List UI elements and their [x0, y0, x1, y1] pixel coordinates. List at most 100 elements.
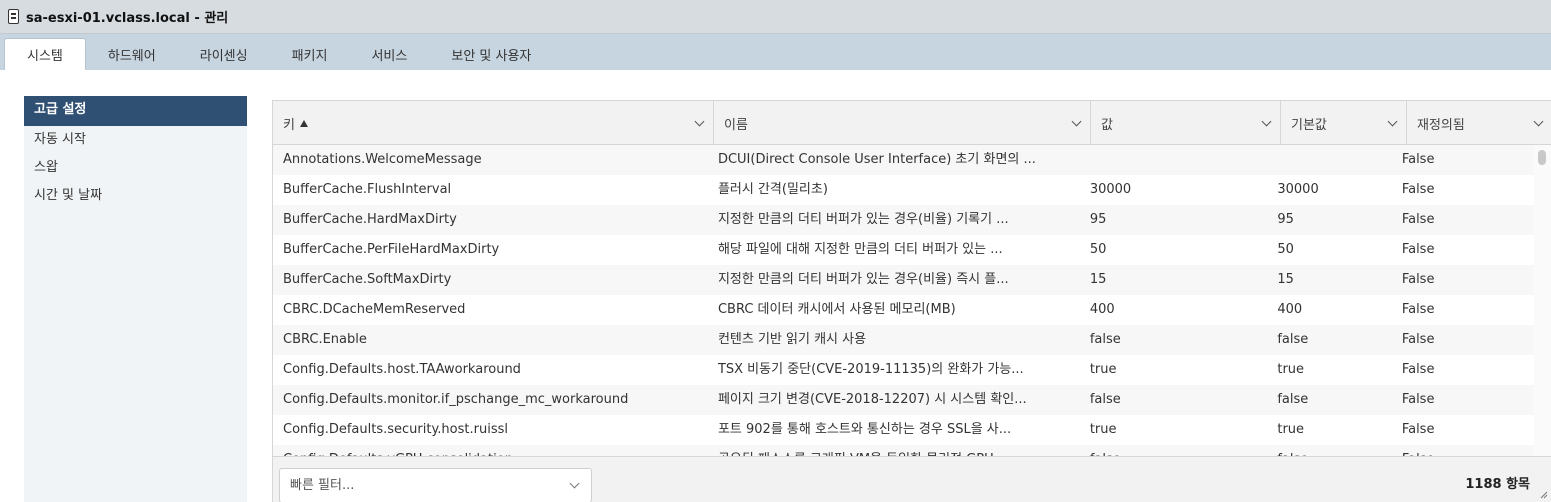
cell-default: true: [1277, 362, 1305, 377]
cell-key: CBRC.DCacheMemReserved: [283, 302, 466, 317]
cell-key: Config.Defaults.monitor.if_pschange_mc_w…: [283, 392, 629, 407]
cell-key: BufferCache.FlushInterval: [283, 182, 452, 197]
tab-bar: 시스템 하드웨어 라이센싱 패키지 서비스 보안 및 사용자: [0, 34, 1551, 70]
cell-overridden: False: [1401, 152, 1435, 167]
cell-overridden: False: [1401, 242, 1435, 257]
scrollbar-thumb[interactable]: [1538, 150, 1546, 165]
sort-up-icon: [299, 119, 308, 127]
table-row[interactable]: Config.Defaults.host.TAAworkaround TSX 비…: [273, 355, 1535, 385]
cell-overridden: False: [1392, 445, 1535, 456]
grid-footer: 빠른 필터... 1188 항목: [273, 456, 1551, 502]
table-row[interactable]: BufferCache.HardMaxDirty 지정한 만큼의 더티 버퍼가 …: [273, 205, 1535, 235]
cell-name: 플러시 간격(밀리초): [717, 182, 828, 197]
tab-services[interactable]: 서비스: [349, 39, 429, 70]
grid-body: Annotations.WelcomeMessage DCUI(Direct C…: [273, 145, 1535, 456]
window-title-bar: sa-esxi-01.vclass.local - 관리: [0, 0, 1551, 34]
tab-system[interactable]: 시스템: [4, 38, 86, 70]
cell-key: Annotations.WelcomeMessage: [283, 152, 482, 167]
tab-hardware[interactable]: 하드웨어: [86, 39, 178, 70]
vertical-scrollbar[interactable]: [1534, 145, 1551, 456]
table-row[interactable]: BufferCache.SoftMaxDirty 지정한 만큼의 더티 버퍼가 …: [273, 265, 1535, 295]
cell-value: false: [1080, 445, 1268, 456]
cell-key: Config.Defaults.vGPU.consolidation: [273, 445, 708, 456]
cell-overridden: False: [1401, 182, 1435, 197]
column-header-value[interactable]: 값: [1091, 101, 1281, 145]
chevron-down-icon[interactable]: [1533, 116, 1544, 127]
cell-key: BufferCache.HardMaxDirty: [283, 212, 457, 227]
cell-overridden: False: [1401, 212, 1435, 227]
cell-value: 50: [1089, 242, 1107, 257]
column-header-overridden[interactable]: 재정의됨: [1407, 101, 1551, 145]
cell-value: true: [1089, 422, 1117, 437]
cell-name: 페이지 크기 변경(CVE-2018-12207) 시 시스템 확인...: [717, 392, 1027, 407]
tab-security-users[interactable]: 보안 및 사용자: [429, 39, 553, 70]
cell-default: 50: [1277, 242, 1294, 257]
column-header-name[interactable]: 이름: [714, 101, 1091, 145]
cell-overridden: False: [1401, 332, 1435, 347]
table-row[interactable]: Annotations.WelcomeMessage DCUI(Direct C…: [273, 145, 1535, 175]
column-header-label: 이름: [724, 117, 748, 133]
table-row[interactable]: Config.Defaults.monitor.if_pschange_mc_w…: [273, 385, 1535, 415]
table-row[interactable]: BufferCache.PerFileHardMaxDirty 해당 파일에 대…: [273, 235, 1535, 265]
table-row[interactable]: BufferCache.FlushInterval 플러시 간격(밀리초) 30…: [273, 175, 1535, 205]
chevron-down-icon[interactable]: [1387, 116, 1398, 127]
cell-key: BufferCache.PerFileHardMaxDirty: [283, 242, 500, 257]
cell-name: 해당 파일에 대해 지정한 만큼의 더티 버퍼가 있는 ...: [717, 242, 1003, 257]
sidebar-item-swap[interactable]: 스왑: [24, 154, 247, 182]
cell-name: 지정한 만큼의 더티 버퍼가 있는 경우(비율) 기록기 ...: [717, 212, 1009, 227]
cell-key: CBRC.Enable: [283, 332, 367, 347]
cell-default: 400: [1277, 302, 1303, 317]
cell-value: false: [1089, 392, 1121, 407]
column-header-key[interactable]: 키: [273, 101, 714, 145]
cell-key: BufferCache.SoftMaxDirty: [283, 272, 452, 287]
grid-header: 키 이름 값 기본값 재정의됨: [273, 101, 1551, 145]
cell-overridden: False: [1401, 422, 1435, 437]
resize-handle-icon[interactable]: [1540, 491, 1548, 499]
cell-name: 지정한 만큼의 더티 버퍼가 있는 경우(비율) 즉시 플...: [717, 272, 1009, 287]
column-header-default[interactable]: 기본값: [1281, 101, 1407, 145]
sidebar-item-time-date[interactable]: 시간 및 날짜: [24, 182, 247, 210]
chevron-down-icon[interactable]: [1261, 116, 1272, 127]
cell-default: [1267, 145, 1391, 175]
table-row[interactable]: CBRC.DCacheMemReserved CBRC 데이터 캐시에서 사용된…: [273, 295, 1535, 325]
item-count: 1188 항목: [1465, 477, 1530, 492]
cell-default: 30000: [1277, 182, 1319, 197]
table-row[interactable]: CBRC.Enable 컨텐츠 기반 읽기 캐시 사용 false false …: [273, 325, 1535, 355]
advanced-settings-grid: 키 이름 값 기본값 재정의됨 Annotations.WelcomeMessa…: [272, 100, 1551, 502]
cell-key: Config.Defaults.security.host.ruissl: [283, 422, 508, 437]
host-icon: [8, 9, 19, 24]
cell-key: Config.Defaults.host.TAAworkaround: [283, 362, 521, 377]
tab-packages[interactable]: 패키지: [270, 39, 350, 70]
cell-default: false: [1277, 392, 1309, 407]
cell-name: DCUI(Direct Console User Interface) 초기 화…: [717, 152, 1036, 167]
cell-default: true: [1277, 422, 1305, 437]
chevron-down-icon[interactable]: [694, 116, 705, 127]
cell-overridden: False: [1401, 362, 1435, 377]
column-header-label: 재정의됨: [1417, 117, 1465, 133]
cell-default: false: [1267, 445, 1391, 456]
column-header-label: 기본값: [1291, 117, 1327, 133]
quick-filter-placeholder: 빠른 필터...: [290, 478, 355, 493]
sidebar: 고급 설정 자동 시작 스왑 시간 및 날짜: [24, 96, 247, 502]
table-row[interactable]: Config.Defaults.vGPU.consolidation 공유된 패…: [273, 445, 1535, 456]
cell-name: TSX 비동기 중단(CVE-2019-11135)의 완화가 가능...: [717, 362, 1024, 377]
tab-licensing[interactable]: 라이센싱: [178, 39, 270, 70]
cell-value: false: [1089, 332, 1121, 347]
chevron-down-icon[interactable]: [569, 478, 580, 489]
sidebar-item-autostart[interactable]: 자동 시작: [24, 126, 247, 154]
cell-value: 95: [1089, 212, 1107, 227]
cell-overridden: False: [1401, 302, 1435, 317]
sidebar-item-advanced-settings[interactable]: 고급 설정: [24, 96, 247, 126]
cell-value: [1080, 145, 1268, 175]
column-header-label: 키: [283, 117, 295, 133]
cell-default: 95: [1277, 212, 1294, 227]
table-row[interactable]: Config.Defaults.security.host.ruissl 포트 …: [273, 415, 1535, 445]
cell-default: false: [1277, 332, 1309, 347]
cell-name: 공유된 패스스루 그래픽 VM을 동일한 물리적 GPU ...: [708, 445, 1080, 456]
cell-overridden: False: [1401, 392, 1435, 407]
chevron-down-icon[interactable]: [1071, 116, 1082, 127]
cell-name: 포트 902를 통해 호스트와 통신하는 경우 SSL을 사...: [717, 422, 1012, 437]
cell-value: true: [1089, 362, 1117, 377]
quick-filter-input[interactable]: 빠른 필터...: [279, 468, 592, 502]
cell-value: 400: [1089, 302, 1115, 317]
